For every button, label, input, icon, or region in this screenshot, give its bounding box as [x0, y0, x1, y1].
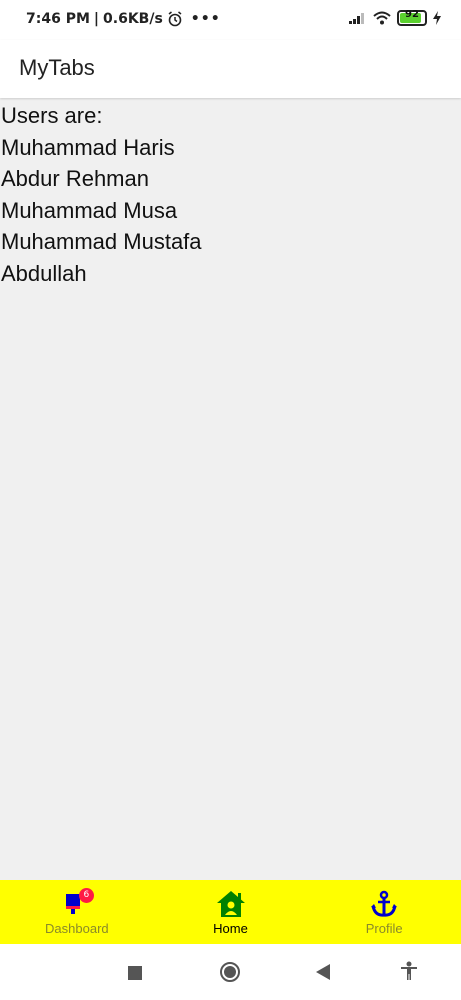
status-bar: 7:46 PM | 0.6KB/s ••• 92 [0, 0, 461, 40]
status-left: 7:46 PM | 0.6KB/s ••• [26, 11, 221, 27]
wifi-icon [373, 11, 391, 25]
alarm-icon [168, 11, 182, 27]
users-heading: Users are: [1, 103, 103, 128]
home-icon [216, 890, 246, 922]
notification-badge: 6 [78, 888, 94, 903]
signal-icon [349, 13, 364, 24]
tab-label: Dashboard [45, 921, 109, 936]
network-speed: 0.6KB/s [103, 11, 163, 27]
status-right: 92 [349, 9, 441, 26]
user-list-item: Muhammad Musa [1, 197, 178, 223]
status-separator: | [93, 11, 100, 27]
main-content: Users are: Muhammad Haris Abdur Rehman M… [0, 98, 461, 880]
battery-icon: 92 [397, 9, 427, 26]
anchor-icon [370, 890, 398, 922]
tab-profile[interactable]: Profile [307, 880, 461, 944]
user-list-item: Muhammad Mustafa [1, 229, 202, 254]
tab-dashboard[interactable]: 6 Dashboard [0, 880, 154, 944]
more-notifications-icon: ••• [190, 11, 221, 27]
accessibility-icon[interactable] [400, 961, 418, 985]
tab-label: Home [213, 921, 248, 936]
status-time: 7:46 PM [26, 11, 90, 27]
app-title: MyTabs [19, 55, 95, 80]
battery-level: 92 [405, 9, 419, 20]
bottom-tab-bar: 6 Dashboard Home Profile [0, 880, 461, 944]
home-button[interactable] [219, 961, 241, 987]
recent-apps-button[interactable] [128, 965, 142, 984]
user-list-item: Abdullah [1, 260, 87, 286]
dashboard-icon: 6 [64, 888, 94, 920]
back-button[interactable] [316, 964, 330, 984]
app-bar: MyTabs [0, 40, 461, 98]
charging-icon [433, 11, 441, 25]
user-list-item: Abdur Rehman [1, 166, 149, 191]
system-nav-bar [0, 944, 461, 1000]
tab-home[interactable]: Home [154, 880, 308, 944]
user-list-item: Muhammad Haris [1, 134, 175, 160]
tab-label: Profile [365, 921, 403, 936]
